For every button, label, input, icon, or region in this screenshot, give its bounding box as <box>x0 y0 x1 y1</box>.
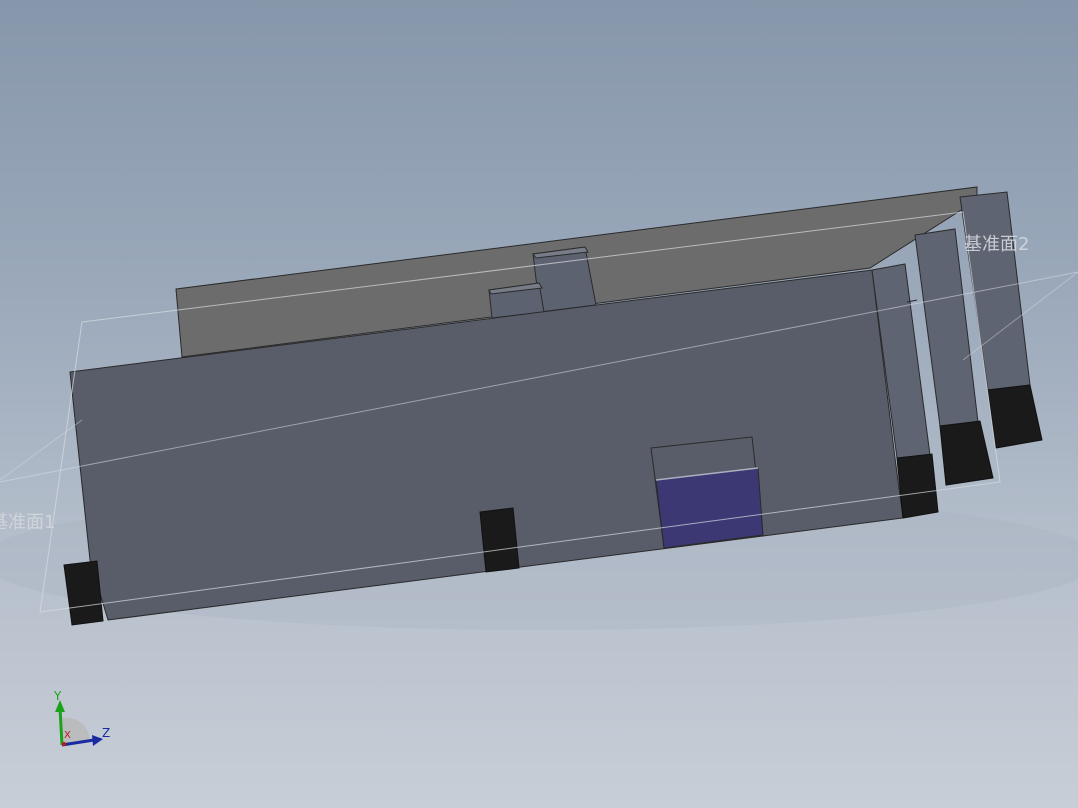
right-column-back-foot[interactable] <box>987 384 1043 449</box>
right-column-middle-foot[interactable] <box>939 420 994 486</box>
plane-label-2[interactable]: 基准面2 <box>964 230 1029 256</box>
model-scene[interactable] <box>0 0 1078 808</box>
reference-plane-line-2 <box>0 419 83 481</box>
y-axis-line <box>58 707 64 746</box>
coordinate-triad[interactable] <box>55 700 103 747</box>
triad-z-label: Z <box>102 726 111 740</box>
graphics-viewport[interactable]: 基准面2 基准面1 Y Z X <box>0 0 1078 808</box>
front-foot-left[interactable] <box>63 560 104 626</box>
triad-y-label: Y <box>54 689 62 703</box>
front-right-pillar-foot[interactable] <box>896 453 939 519</box>
window-pane[interactable] <box>655 467 764 549</box>
x-axis-dot <box>62 742 66 746</box>
plane-label-1[interactable]: 基准面1 <box>0 508 55 534</box>
triad-x-label: X <box>64 730 71 741</box>
front-foot-middle[interactable] <box>479 507 520 573</box>
